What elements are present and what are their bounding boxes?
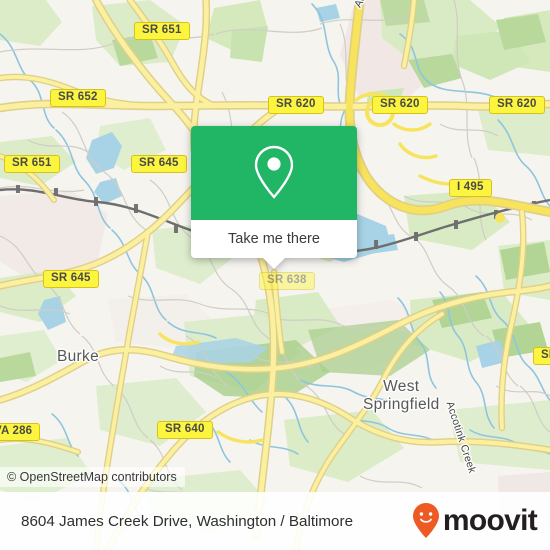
popup-action-label[interactable]: Take me there	[191, 220, 357, 258]
popup-header	[191, 126, 357, 220]
address-label: 8604 James Creek Drive, Washington / Bal…	[21, 512, 354, 530]
map-attribution[interactable]: © OpenStreetMap contributors	[0, 467, 185, 487]
destination-popup[interactable]: Take me there	[191, 126, 357, 269]
map-screenshot-root: Burke West Springfield Accotink Cr Accot…	[0, 0, 550, 550]
moovit-smiley-pin-icon	[412, 503, 439, 538]
moovit-wordmark: moovit	[442, 504, 538, 537]
map-pin-icon	[254, 145, 294, 199]
moovit-logo[interactable]: moovit	[411, 502, 538, 540]
footer-bar: 8604 James Creek Drive, Washington / Bal…	[0, 492, 550, 550]
popup-pointer-tail	[263, 258, 285, 269]
